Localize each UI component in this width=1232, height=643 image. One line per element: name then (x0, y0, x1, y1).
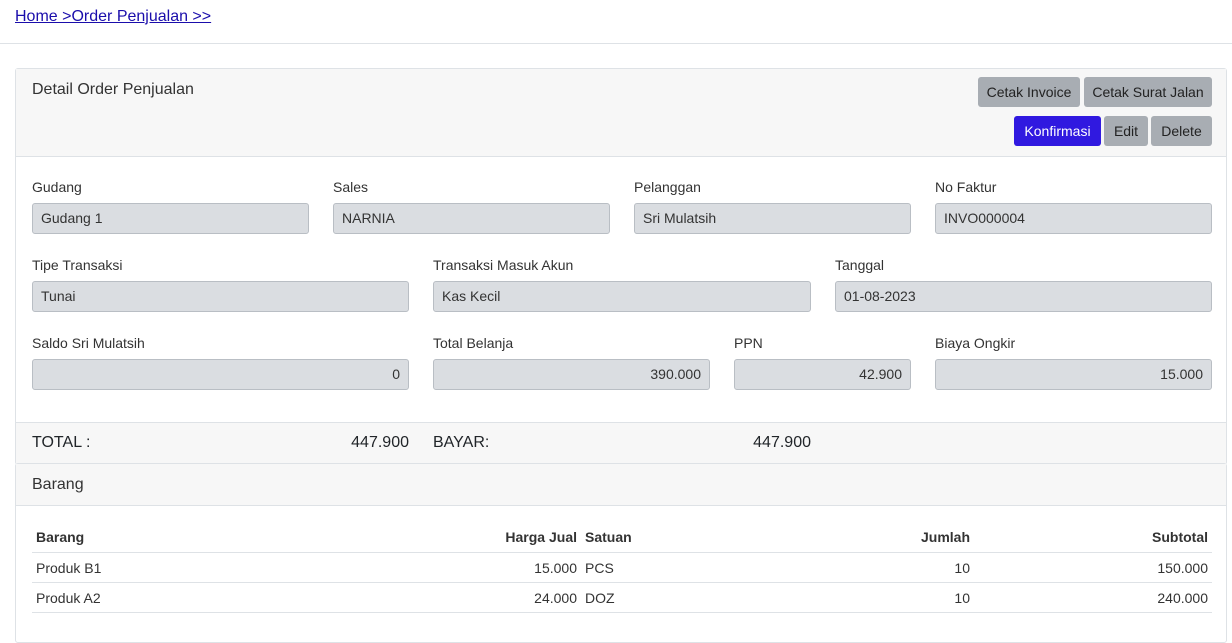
biaya-ongkir-field[interactable]: 15.000 (935, 359, 1212, 390)
pelanggan-field[interactable]: Sri Mulatsih (634, 203, 911, 234)
ppn-label: PPN (734, 335, 763, 351)
items-title: Barang (32, 476, 84, 493)
cell-barang: Produk A2 (32, 582, 377, 613)
delete-button[interactable]: Delete (1151, 116, 1212, 146)
ppn-field[interactable]: 42.900 (734, 359, 911, 390)
saldo-field[interactable]: 0 (32, 359, 409, 390)
cell-harga-jual: 24.000 (377, 582, 581, 613)
biaya-ongkir-label: Biaya Ongkir (935, 335, 1016, 351)
pelanggan-label: Pelanggan (634, 179, 701, 195)
cetak-invoice-button[interactable]: Cetak Invoice (978, 77, 1080, 107)
order-detail-card: Detail Order Penjualan Cetak Invoice Cet… (15, 68, 1227, 465)
tipe-transaksi-field[interactable]: Tunai (32, 281, 409, 312)
sales-label: Sales (333, 179, 369, 195)
table-header-row: Barang Harga Jual Satuan Jumlah Subtotal (32, 522, 1212, 553)
gudang-field[interactable]: Gudang 1 (32, 203, 309, 234)
no-faktur-field[interactable]: INVO000004 (935, 203, 1212, 234)
edit-button[interactable]: Edit (1104, 116, 1148, 146)
konfirmasi-button[interactable]: Konfirmasi (1014, 116, 1101, 146)
cell-subtotal: 150.000 (974, 552, 1212, 583)
divider (0, 43, 1232, 44)
totals-footer: TOTAL : 447.900 BAYAR: 447.900 (16, 422, 1226, 464)
cell-barang: Produk B1 (32, 552, 377, 583)
total-belanja-field[interactable]: 390.000 (433, 359, 710, 390)
total-label: TOTAL : (32, 434, 91, 451)
tanggal-field[interactable]: 01-08-2023 (835, 281, 1212, 312)
cetak-surat-jalan-button[interactable]: Cetak Surat Jalan (1084, 77, 1212, 107)
bayar-label: BAYAR: (433, 434, 490, 451)
page-title: Detail Order Penjualan (32, 81, 194, 98)
cell-jumlah: 10 (771, 582, 974, 613)
saldo-label: Saldo Sri Mulatsih (32, 335, 145, 351)
cell-jumlah: 10 (771, 552, 974, 583)
breadcrumb-link[interactable]: Home >Order Penjualan >> (15, 8, 211, 25)
col-subtotal: Subtotal (974, 522, 1212, 553)
col-jumlah: Jumlah (771, 522, 974, 553)
cell-satuan: DOZ (581, 582, 771, 613)
col-barang: Barang (32, 522, 377, 553)
transaksi-akun-field[interactable]: Kas Kecil (433, 281, 811, 312)
col-satuan: Satuan (581, 522, 771, 553)
total-value: 447.900 (351, 434, 409, 451)
no-faktur-label: No Faktur (935, 179, 997, 195)
table-row: Produk B1 15.000 PCS 10 150.000 (32, 552, 1212, 583)
total-belanja-label: Total Belanja (433, 335, 514, 351)
items-table: Barang Harga Jual Satuan Jumlah Subtotal… (32, 522, 1212, 613)
sales-field[interactable]: NARNIA (333, 203, 610, 234)
gudang-label: Gudang (32, 179, 82, 195)
bayar-value: 447.900 (753, 434, 811, 451)
cell-satuan: PCS (581, 552, 771, 583)
breadcrumb: Home >Order Penjualan >> (15, 8, 211, 26)
tipe-transaksi-label: Tipe Transaksi (32, 257, 123, 273)
items-card: Barang Barang Harga Jual Satuan Jumlah S… (15, 463, 1227, 643)
cell-harga-jual: 15.000 (377, 552, 581, 583)
items-header: Barang (16, 464, 1226, 506)
transaksi-akun-label: Transaksi Masuk Akun (433, 257, 574, 273)
cell-subtotal: 240.000 (974, 582, 1212, 613)
col-harga-jual: Harga Jual (377, 522, 581, 553)
table-row: Produk A2 24.000 DOZ 10 240.000 (32, 582, 1212, 613)
tanggal-label: Tanggal (835, 257, 885, 273)
order-detail-header: Detail Order Penjualan Cetak Invoice Cet… (16, 69, 1226, 157)
